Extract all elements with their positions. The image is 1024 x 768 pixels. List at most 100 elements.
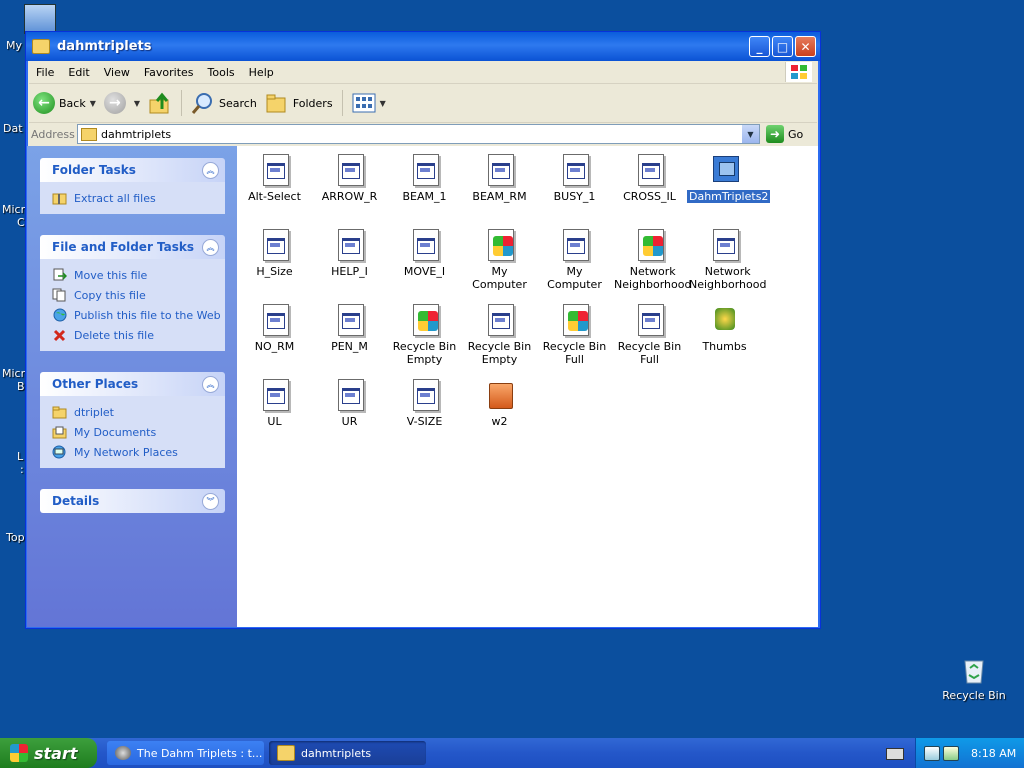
file-item[interactable]: Network Neighborhood	[612, 225, 691, 291]
place-dtriplet[interactable]: dtriplet	[52, 402, 225, 422]
task-move-file[interactable]: Move this file	[52, 265, 225, 285]
desktop-label-top[interactable]: Top	[6, 531, 25, 544]
file-item[interactable]: My Computer	[462, 225, 537, 291]
forward-button[interactable]: → ▼	[100, 88, 144, 118]
my-computer-desktop-icon[interactable]	[24, 4, 56, 34]
menu-favorites[interactable]: Favorites	[137, 66, 201, 79]
menu-help[interactable]: Help	[242, 66, 281, 79]
file-item[interactable]: H_Size	[237, 225, 312, 278]
toolbar-separator	[341, 90, 343, 116]
task-extract-all-files[interactable]: Extract all files	[52, 188, 225, 208]
task-publish-web[interactable]: Publish this file to the Web	[52, 305, 225, 325]
views-button[interactable]: ▼	[348, 88, 390, 118]
desktop-label-l[interactable]: L	[17, 450, 23, 463]
taskbar-item-dahmtriplets[interactable]: dahmtriplets	[269, 741, 426, 765]
file-item[interactable]: HELP_I	[312, 225, 387, 278]
keyboard-icon[interactable]	[886, 748, 904, 760]
desktop-label-my[interactable]: My	[6, 39, 22, 52]
start-button[interactable]: start	[0, 738, 97, 768]
task-label: Extract all files	[74, 191, 156, 205]
file-item[interactable]: Recycle Bin Empty	[462, 300, 537, 366]
desktop-label-c[interactable]: C	[17, 216, 25, 229]
file-label: Recycle Bin Full	[542, 340, 607, 366]
clock[interactable]: 8:18 AM	[971, 747, 1016, 760]
file-item[interactable]: Alt-Select	[237, 150, 312, 203]
back-button[interactable]: ← Back ▼	[29, 88, 100, 118]
cursor-file-icon	[336, 229, 364, 261]
taskbar-item-dahm-triplets[interactable]: The Dahm Triplets : t...	[107, 741, 264, 765]
desktop-label-micr-1[interactable]: Micr	[2, 203, 25, 216]
place-my-network-places[interactable]: My Network Places	[52, 442, 225, 462]
network-tray-icon[interactable]	[924, 745, 940, 761]
file-item[interactable]: V-SIZE	[387, 375, 462, 428]
thumbs-db-icon	[711, 304, 739, 336]
file-label: PEN_M	[331, 340, 368, 353]
file-item[interactable]: UR	[312, 375, 387, 428]
file-item[interactable]: PEN_M	[312, 300, 387, 353]
task-copy-file[interactable]: Copy this file	[52, 285, 225, 305]
address-input[interactable]: dahmtriplets ▼	[77, 124, 760, 144]
file-item[interactable]: NO_RM	[237, 300, 312, 353]
address-dropdown-icon[interactable]: ▼	[742, 125, 759, 143]
file-item-selected[interactable]: DahmTriplets2	[687, 150, 771, 203]
folder-icon	[32, 39, 50, 54]
task-delete-file[interactable]: Delete this file	[52, 325, 225, 345]
menu-file[interactable]: File	[29, 66, 61, 79]
explorer-window: dahmtriplets _ □ ✕ File Edit View Favori…	[25, 31, 821, 629]
menu-edit[interactable]: Edit	[61, 66, 96, 79]
file-label: UL	[267, 415, 282, 428]
file-item[interactable]: Recycle Bin Full	[537, 300, 612, 366]
other-places-header[interactable]: Other Places ︽	[40, 372, 225, 396]
colorful-icon-file-icon	[411, 304, 439, 336]
up-folder-button[interactable]	[144, 88, 176, 118]
menu-view[interactable]: View	[97, 66, 137, 79]
recycle-bin-desktop-icon[interactable]: Recycle Bin	[942, 655, 1006, 702]
menu-bar: File Edit View Favorites Tools Help	[29, 61, 817, 84]
details-header[interactable]: Details ︾	[40, 489, 225, 513]
maximize-button[interactable]: □	[772, 36, 793, 57]
file-item[interactable]: ARROW_R	[312, 150, 387, 203]
forward-dropdown-icon[interactable]: ▼	[134, 99, 140, 108]
desktop-label-data[interactable]: Dat	[3, 122, 23, 135]
file-list-area[interactable]: Alt-Select ARROW_R BEAM_1 BEAM_RM BUSY_1…	[237, 146, 818, 627]
file-item[interactable]: BUSY_1	[537, 150, 612, 203]
place-my-documents[interactable]: My Documents	[52, 422, 225, 442]
minimize-button[interactable]: _	[749, 36, 770, 57]
folders-button[interactable]: Folders	[261, 88, 337, 118]
file-item[interactable]: Recycle Bin Full	[612, 300, 687, 366]
search-button[interactable]: Search	[187, 88, 261, 118]
desktop-label-b[interactable]: B	[17, 380, 25, 393]
file-item[interactable]: w2	[462, 375, 537, 428]
menu-tools[interactable]: Tools	[201, 66, 242, 79]
address-bar: Address dahmtriplets ▼ ➜ Go	[29, 123, 817, 145]
collapse-chevron-icon[interactable]: ︽	[202, 375, 219, 393]
file-item[interactable]: Network Neighborhood	[687, 225, 766, 291]
close-button[interactable]: ✕	[795, 36, 816, 57]
file-label: My Computer	[547, 265, 602, 291]
file-item[interactable]: BEAM_1	[387, 150, 462, 203]
file-item[interactable]: Recycle Bin Empty	[387, 300, 462, 366]
delete-x-icon	[52, 328, 67, 342]
folder-tasks-header[interactable]: Folder Tasks ︽	[40, 158, 225, 182]
go-button[interactable]: ➜ Go	[766, 125, 803, 143]
other-places-panel: Other Places ︽ dtriplet My Documents My …	[40, 372, 225, 468]
collapse-chevron-icon[interactable]: ︽	[202, 161, 219, 179]
file-item[interactable]: CROSS_IL	[612, 150, 687, 203]
move-file-icon	[52, 268, 67, 282]
file-item[interactable]: UL	[237, 375, 312, 428]
tray-app-icon[interactable]	[943, 745, 959, 761]
desktop-label-micr-2[interactable]: Micr	[2, 367, 25, 380]
file-item[interactable]: BEAM_RM	[462, 150, 537, 203]
views-dropdown-icon[interactable]: ▼	[380, 99, 386, 108]
up-folder-icon	[149, 92, 169, 114]
file-item[interactable]: MOVE_I	[387, 225, 462, 278]
file-item[interactable]: Thumbs	[687, 300, 762, 353]
back-label: Back	[59, 96, 86, 110]
collapse-chevron-icon[interactable]: ︽	[202, 238, 219, 256]
desktop-label-colon[interactable]: :	[20, 463, 24, 476]
expand-chevron-icon[interactable]: ︾	[202, 492, 219, 510]
title-bar[interactable]: dahmtriplets _ □ ✕	[26, 32, 820, 61]
file-folder-tasks-header[interactable]: File and Folder Tasks ︽	[40, 235, 225, 259]
back-dropdown-icon[interactable]: ▼	[90, 99, 96, 108]
file-item[interactable]: My Computer	[537, 225, 612, 291]
